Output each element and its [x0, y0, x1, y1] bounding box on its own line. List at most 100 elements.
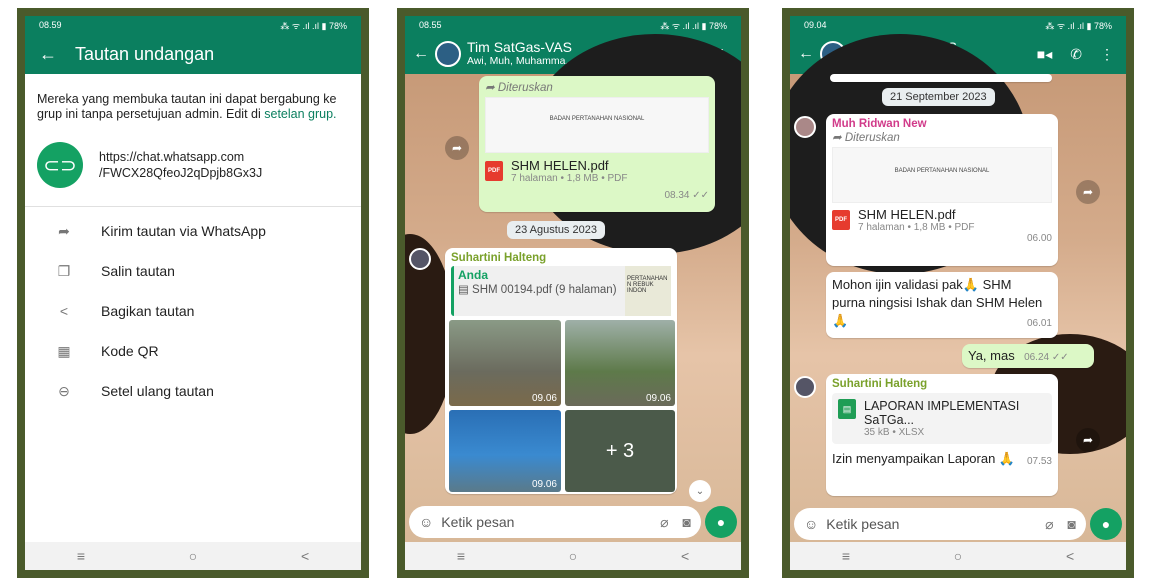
mic-icon[interactable]: ●: [705, 506, 737, 538]
screen: 09.04 ⁂ ᯤ .ıl .ıl ▮ 78% ← Tim SatGas-VAS…: [790, 16, 1126, 570]
message-text: Ya, mas: [968, 348, 1015, 363]
invite-menu: ➦ Kirim tautan via WhatsApp ❐ Salin taut…: [25, 207, 361, 411]
sender-avatar: [409, 248, 431, 270]
link-icon: ⊂⊃: [37, 142, 83, 188]
status-time: 08.55: [419, 20, 442, 30]
share-icon: <: [59, 303, 69, 319]
emoji-icon[interactable]: ☺: [419, 514, 433, 530]
scroll-down-icon[interactable]: ⌄: [689, 480, 711, 502]
status-bar: 09.04 ⁂ ᯤ .ıl .ıl ▮ 78%: [790, 16, 1126, 34]
doc-name: SHM HELEN.pdf: [858, 207, 956, 222]
emoji-icon[interactable]: ☺: [804, 516, 818, 532]
status-time: 08.59: [39, 20, 62, 30]
phone-chat-september: 09.04 ⁂ ᯤ .ıl .ıl ▮ 78% ← Tim SatGas-VAS…: [782, 8, 1134, 578]
xlsx-name: LAPORAN IMPLEMENTASI SaTGa...: [864, 399, 1020, 427]
back-icon[interactable]: <: [301, 548, 309, 564]
back-icon[interactable]: <: [681, 548, 689, 564]
system-nav-bar: ≡ ○ <: [405, 542, 741, 570]
phone-invite-link: 08.59 ⁂ ᯤ .ıl .ıl ▮ 78% ← Tautan undanga…: [17, 8, 369, 578]
message-input-bar: ☺ Ketik pesan ⌀ ◙ ●: [794, 508, 1122, 540]
app-bar: ← Tautan undangan: [25, 34, 361, 74]
share-forward-icon[interactable]: ➦: [1076, 180, 1100, 204]
doc-info: PDF SHM HELEN.pdf 7 halaman • 1,8 MB • P…: [832, 207, 1052, 233]
photo-more[interactable]: + 3: [565, 410, 675, 492]
message-input[interactable]: ☺ Ketik pesan ⌀ ◙: [794, 508, 1086, 540]
back-arrow-icon[interactable]: ←: [798, 45, 814, 63]
video-call-icon[interactable]: ■◂: [1037, 46, 1052, 63]
status-bar: 08.55 ⁂ ᯤ .ıl .ıl ▮ 78%: [405, 16, 741, 34]
group-avatar[interactable]: [435, 41, 461, 67]
doc-preview: BADAN PERTANAHAN NASIONAL: [832, 147, 1052, 203]
back-arrow-icon[interactable]: ←: [413, 45, 429, 63]
home-icon[interactable]: ○: [569, 548, 577, 564]
sender-name: Suhartini Halteng: [451, 252, 547, 264]
message-input[interactable]: ☺ Ketik pesan ⌀ ◙: [409, 506, 701, 538]
recents-icon[interactable]: ≡: [457, 548, 465, 564]
screen: 08.55 ⁂ ᯤ .ıl .ıl ▮ 78% ← Tim SatGas-VAS…: [405, 16, 741, 570]
date-chip: 21 September 2023: [882, 88, 995, 106]
copy-icon: ❐: [57, 262, 71, 279]
message-time: 06.01: [1026, 318, 1052, 329]
doc-meta: 7 halaman • 1,8 MB • PDF: [511, 173, 628, 184]
photo-3[interactable]: 09.06: [449, 410, 561, 492]
system-nav-bar: ≡ ○ <: [25, 542, 361, 570]
attach-icon[interactable]: ⌀: [660, 514, 668, 531]
status-icons: ⁂ ᯤ .ıl .ıl ▮ 78%: [660, 20, 727, 31]
message-reply-outgoing[interactable]: Ya, mas 06.24 ✓✓: [962, 344, 1094, 368]
home-icon[interactable]: ○: [954, 548, 962, 564]
status-time: 09.04: [804, 20, 827, 30]
menu-copy-link[interactable]: ❐ Salin tautan: [25, 251, 361, 291]
screen: 08.59 ⁂ ᯤ .ıl .ıl ▮ 78% ← Tautan undanga…: [25, 16, 361, 570]
menu-send-via-whatsapp[interactable]: ➦ Kirim tautan via WhatsApp: [25, 211, 361, 251]
more-photos-count: + 3: [605, 440, 635, 462]
doc-meta: 7 halaman • 1,8 MB • PDF: [858, 222, 975, 233]
more-menu-icon[interactable]: ⋮: [1100, 46, 1114, 63]
camera-icon[interactable]: ◙: [683, 514, 691, 530]
forwarded-label: ➦ Diteruskan: [832, 132, 900, 144]
phone-call-icon[interactable]: ✆: [1070, 46, 1082, 63]
invite-url-line2: /FWCX28QfeoJ2qDpjb8Gx3J: [99, 166, 263, 180]
menu-reset-link[interactable]: ⊖ Setel ulang tautan: [25, 371, 361, 411]
status-bar: 08.59 ⁂ ᯤ .ıl .ıl ▮ 78%: [25, 16, 361, 34]
message-validation-request[interactable]: Mohon ijin validasi pak🙏 SHM purna nings…: [826, 272, 1058, 338]
message-time: 06.24 ✓✓: [1024, 352, 1069, 363]
photo-1[interactable]: 09.06: [449, 320, 561, 406]
message-time: 06.00: [1026, 233, 1052, 244]
sender-name: Muh Ridwan New: [832, 118, 927, 130]
recents-icon[interactable]: ≡: [842, 548, 850, 564]
invite-link-row[interactable]: ⊂⊃ https://chat.whatsapp.com /FWCX28Qfeo…: [25, 130, 361, 207]
invite-description: Mereka yang membuka tautan ini dapat ber…: [37, 92, 337, 121]
back-arrow-icon[interactable]: ←: [39, 44, 57, 65]
reset-icon: ⊖: [58, 382, 70, 399]
group-settings-link[interactable]: setelan grup.: [264, 107, 336, 121]
message-forwarded-doc[interactable]: Muh Ridwan New ➦ Diteruskan BADAN PERTAN…: [826, 114, 1058, 266]
share-forward-icon[interactable]: ➦: [1076, 428, 1100, 452]
recents-icon[interactable]: ≡: [77, 548, 85, 564]
menu-share-link[interactable]: < Bagikan tautan: [25, 291, 361, 331]
message-report[interactable]: Suhartini Halteng ▤ LAPORAN IMPLEMENTASI…: [826, 374, 1058, 496]
doc-info: PDF SHM HELEN.pdf 7 halaman • 1,8 MB • P…: [485, 158, 709, 184]
quoted-reply[interactable]: Anda ▤ SHM 00194.pdf (9 halaman) PERTANA…: [451, 266, 671, 316]
spreadsheet-icon: ▤: [838, 399, 856, 419]
mic-icon[interactable]: ●: [1090, 508, 1122, 540]
pdf-icon: PDF: [485, 161, 503, 181]
camera-icon[interactable]: ◙: [1068, 516, 1076, 532]
message-cut-top: [830, 74, 1052, 82]
share-forward-icon[interactable]: ➦: [445, 136, 469, 160]
status-icons: ⁂ ᯤ .ıl .ıl ▮ 78%: [1045, 20, 1112, 31]
system-nav-bar: ≡ ○ <: [790, 542, 1126, 570]
doc-preview: BADAN PERTANAHAN NASIONAL: [485, 97, 709, 153]
photo-2[interactable]: 09.06: [565, 320, 675, 406]
xlsx-attachment[interactable]: ▤ LAPORAN IMPLEMENTASI SaTGa... 35 kB • …: [832, 393, 1052, 444]
sender-name: Suhartini Halteng: [832, 378, 928, 390]
back-icon[interactable]: <: [1066, 548, 1074, 564]
reply-author: Anda: [458, 268, 488, 282]
home-icon[interactable]: ○: [189, 548, 197, 564]
forward-icon: ➦: [58, 222, 70, 239]
menu-qr-code[interactable]: ▦ Kode QR: [25, 331, 361, 371]
message-forwarded-doc[interactable]: ➦ Diteruskan BADAN PERTANAHAN NASIONAL P…: [479, 76, 715, 212]
message-time: 08.34 ✓✓: [664, 190, 709, 201]
reply-thumbnail: PERTANAHAN N REBUK INDON: [625, 266, 671, 316]
attach-icon[interactable]: ⌀: [1045, 516, 1053, 533]
status-icons: ⁂ ᯤ .ıl .ıl ▮ 78%: [280, 20, 347, 31]
